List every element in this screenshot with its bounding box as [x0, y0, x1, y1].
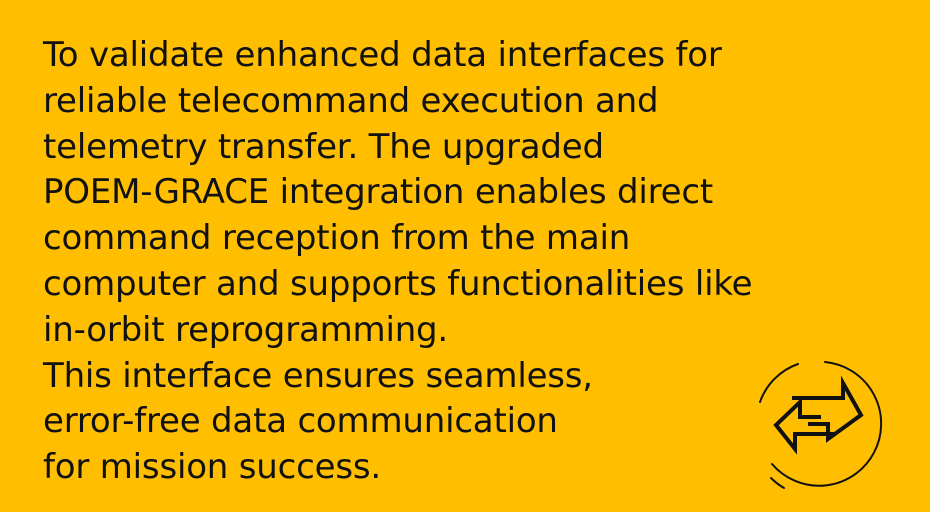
description-line-4: POEM-GRACE integration enables direct — [43, 172, 714, 213]
description-line-7: in-orbit reprogramming. — [43, 309, 449, 350]
description-line-2: reliable telecommand execution and — [43, 80, 659, 121]
info-card: To validate enhanced data interfaces for… — [0, 0, 930, 512]
description-line-5: command reception from the main — [43, 218, 631, 259]
description-line-6: computer and supports functionalities li… — [43, 263, 753, 304]
bidirectional-arrows-icon — [748, 358, 890, 494]
description-line-1: To validate enhanced data interfaces for — [43, 35, 722, 75]
description-line-3: telemetry transfer. The upgraded — [43, 126, 604, 167]
